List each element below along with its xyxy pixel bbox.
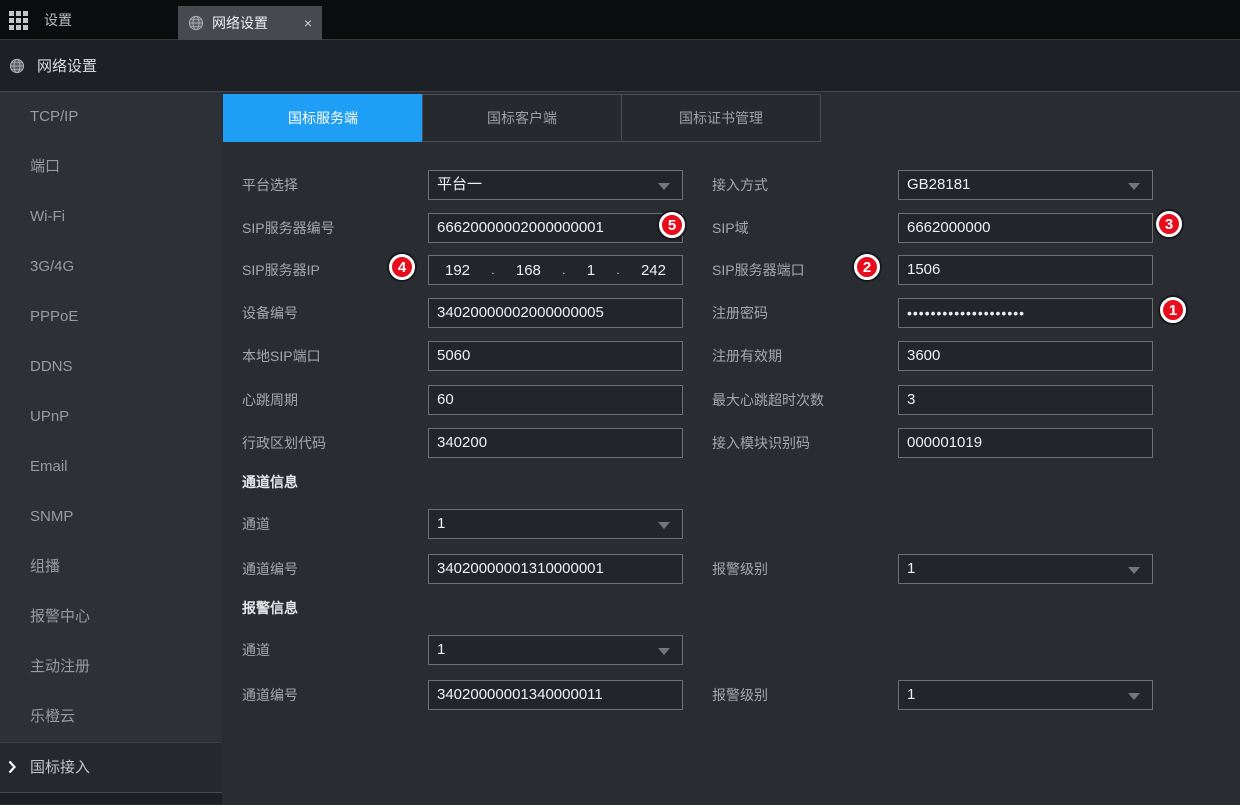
sip-server-ip-label: SIP服务器IP [242,255,320,285]
platform-select[interactable]: 平台一 [428,170,683,200]
channel-label: 通道 [242,509,270,539]
admin-division-code-input[interactable]: 340200 [428,428,683,458]
ip-dot: . [562,263,565,277]
access-mode-value: GB28181 [907,176,970,193]
access-module-id-input[interactable]: 000001019 [898,428,1153,458]
ip-dot: . [491,263,494,277]
callout-badge-4: 4 [389,254,415,280]
gb28181-server-panel: 国标服务端 国标客户端 国标证书管理 平台选择 平台一 接入方式 GB28181… [222,92,1240,804]
globe-icon [9,58,25,74]
alarm-level-label: 报警级别 [712,680,768,710]
sip-domain-input[interactable]: 6662000000 [898,213,1153,243]
callout-badge-1: 1 [1160,297,1186,323]
sidebar-item-port[interactable]: 端口 [0,142,222,192]
chevron-down-icon [658,648,670,655]
globe-icon [188,15,204,31]
platform-value: 平台一 [437,176,482,193]
alarm-level-select[interactable]: 1 [898,554,1153,584]
chevron-right-icon [8,760,16,774]
page-title: 网络设置 [37,55,97,76]
sidebar-item-upnp[interactable]: UPnP [0,392,222,442]
sidebar-item-lechange[interactable]: 乐橙云 [0,692,222,742]
sidebar-item-pppoe[interactable]: PPPoE [0,292,222,342]
sip-domain-label: SIP域 [712,213,749,243]
sidebar-item-snmp[interactable]: SNMP [0,492,222,542]
window-tab-label: 网络设置 [212,13,296,33]
ip-dot: . [616,263,619,277]
channel-value: 1 [437,515,445,532]
device-id-label: 设备编号 [242,298,298,328]
heartbeat-period-input[interactable]: 60 [428,385,683,415]
apps-grid-icon[interactable] [9,11,29,31]
ip-octet-4[interactable]: 242 [641,262,666,279]
chevron-down-icon [658,183,670,190]
alarm-channel-id-input[interactable]: 34020000001340000011 [428,680,683,710]
sidebar-item-ddns[interactable]: DDNS [0,342,222,392]
settings-sidebar: TCP/IP 端口 Wi-Fi 3G/4G PPPoE DDNS UPnP Em… [0,92,222,804]
channel-id-input[interactable]: 34020000001310000001 [428,554,683,584]
device-id-input[interactable]: 34020000002000000005 [428,298,683,328]
access-mode-select[interactable]: GB28181 [898,170,1153,200]
callout-badge-3: 3 [1156,211,1182,237]
alarm-level-select-2[interactable]: 1 [898,680,1153,710]
chevron-down-icon [658,522,670,529]
register-password-label: 注册密码 [712,298,768,328]
alarm-channel-label: 通道 [242,635,270,665]
sip-server-port-input[interactable]: 1506 [898,255,1153,285]
network-settings-window-tab[interactable]: 网络设置 × [178,6,322,40]
page-header: 网络设置 [0,40,1240,92]
register-valid-period-input[interactable]: 3600 [898,341,1153,371]
sip-server-id-label: SIP服务器编号 [242,213,335,243]
heartbeat-period-label: 心跳周期 [242,385,298,415]
access-module-id-label: 接入模块识别码 [712,428,810,458]
alarm-level-label: 报警级别 [712,554,768,584]
tab-gb-server[interactable]: 国标服务端 [223,94,423,142]
sidebar-item-label: 国标接入 [30,759,90,776]
sidebar-item-auto-register[interactable]: 主动注册 [0,642,222,692]
alarm-info-section-title: 报警信息 [242,593,298,623]
settings-launcher-tab[interactable]: 设置 [44,0,72,40]
alarm-channel-id-label: 通道编号 [242,680,298,710]
register-password-input[interactable]: •••••••••••••••••••• [898,298,1153,328]
ip-octet-3[interactable]: 1 [587,262,595,279]
top-bar: 设置 网络设置 × [0,0,1240,40]
chevron-down-icon [1128,567,1140,574]
max-heartbeat-timeouts-input[interactable]: 3 [898,385,1153,415]
callout-badge-5: 5 [659,212,685,238]
local-sip-port-input[interactable]: 5060 [428,341,683,371]
sip-server-port-label: SIP服务器端口 [712,255,805,285]
channel-info-section-title: 通道信息 [242,467,298,497]
sidebar-item-email[interactable]: Email [0,442,222,492]
sidebar-item-alarm-center[interactable]: 报警中心 [0,592,222,642]
register-valid-period-label: 注册有效期 [712,341,782,371]
access-mode-label: 接入方式 [712,170,768,200]
ip-octet-1[interactable]: 192 [445,262,470,279]
alarm-level-value: 1 [907,560,915,577]
tab-gb-certificate[interactable]: 国标证书管理 [621,94,821,142]
sidebar-item-3g4g[interactable]: 3G/4G [0,242,222,292]
tab-gb-client[interactable]: 国标客户端 [422,94,622,142]
local-sip-port-label: 本地SIP端口 [242,341,321,371]
max-heartbeat-timeouts-label: 最大心跳超时次数 [712,385,824,415]
sip-server-ip-input[interactable]: 192 . 168 . 1 . 242 [428,255,683,285]
callout-badge-2: 2 [854,254,880,280]
sidebar-item-gb28181-access[interactable]: 国标接入 [0,742,222,792]
alarm-channel-value: 1 [437,641,445,658]
gb28181-tabs: 国标服务端 国标客户端 国标证书管理 [223,94,821,142]
sidebar-item-tcpip[interactable]: TCP/IP [0,92,222,142]
close-tab-icon[interactable]: × [304,15,312,31]
sidebar-item-multicast[interactable]: 组播 [0,542,222,592]
channel-id-label: 通道编号 [242,554,298,584]
channel-select[interactable]: 1 [428,509,683,539]
sidebar-item-wifi[interactable]: Wi-Fi [0,192,222,242]
chevron-down-icon [1128,183,1140,190]
platform-label: 平台选择 [242,170,298,200]
chevron-down-icon [1128,693,1140,700]
ip-octet-2[interactable]: 168 [516,262,541,279]
admin-division-code-label: 行政区划代码 [242,428,326,458]
sidebar-bottom-strip [0,792,222,804]
sip-server-id-input[interactable]: 66620000002000000001 [428,213,683,243]
alarm-channel-select[interactable]: 1 [428,635,683,665]
alarm-level-value: 1 [907,686,915,703]
